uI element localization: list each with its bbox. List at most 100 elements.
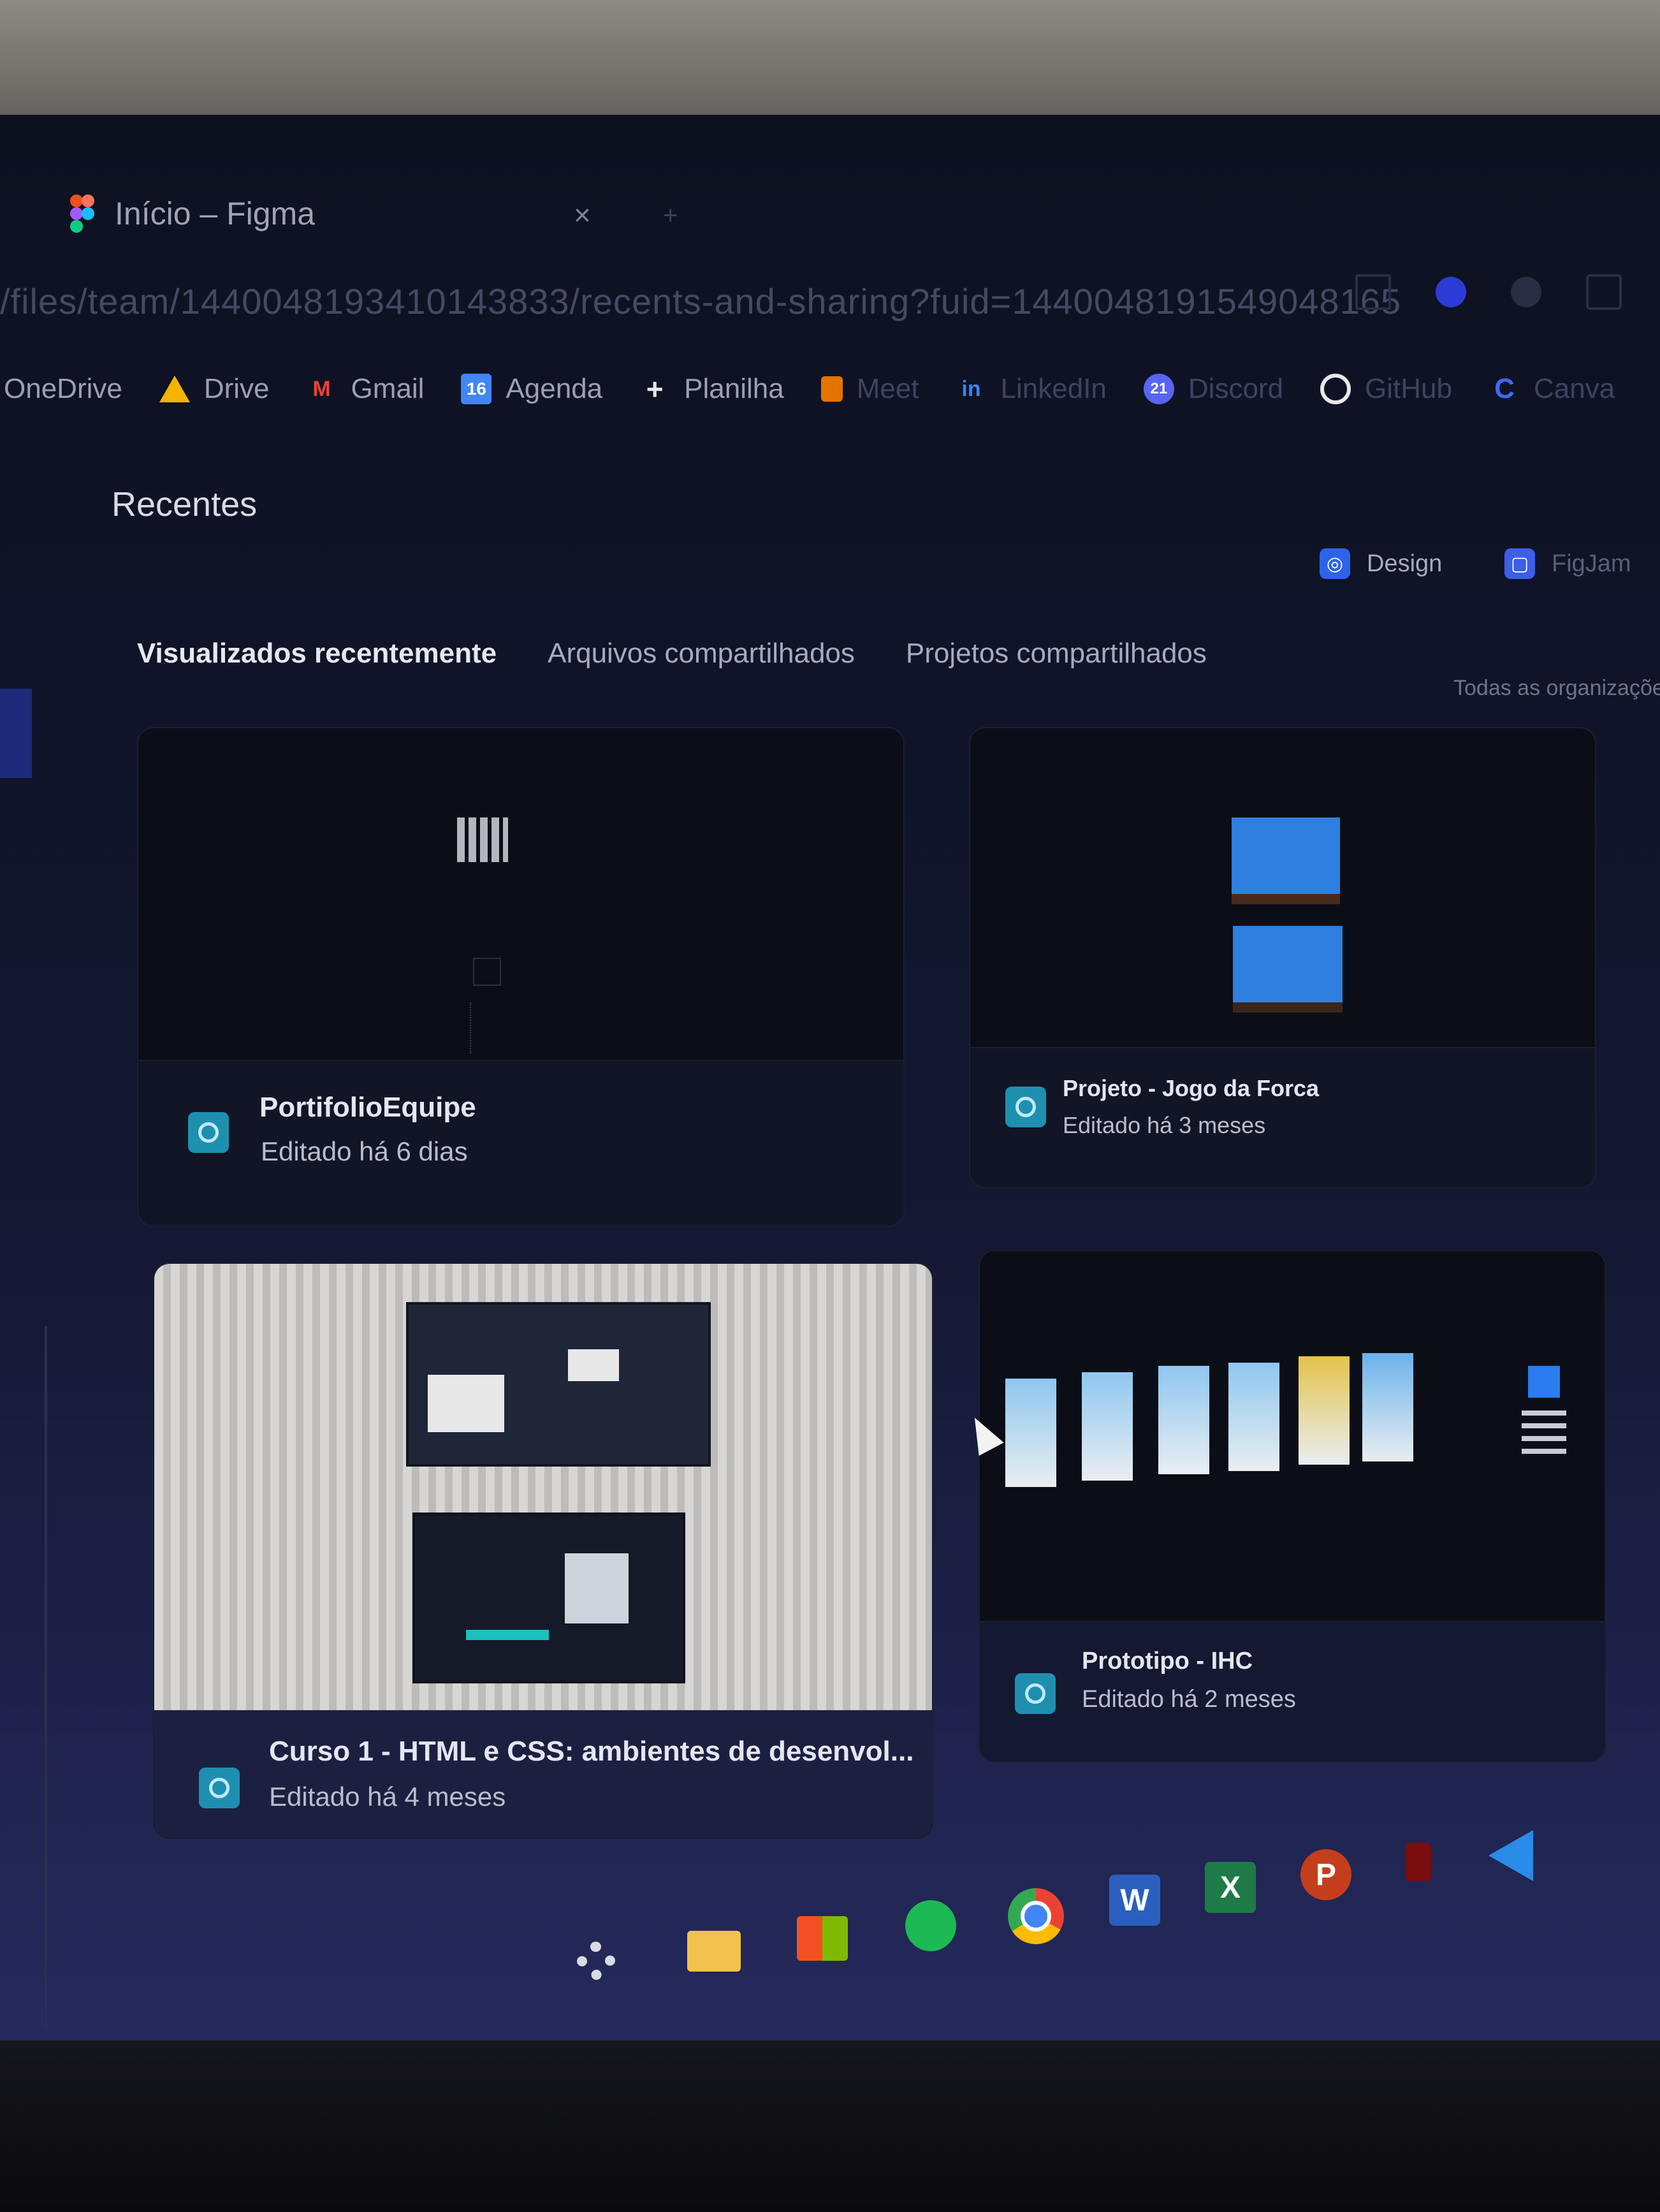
new-tab-icon[interactable]: + <box>663 201 678 230</box>
file-card[interactable]: PortifolioEquipe Editado há 6 dias <box>137 727 905 1227</box>
figma-favicon-icon <box>70 194 96 233</box>
linkedin-icon: in <box>961 376 981 401</box>
bookmark-planilha[interactable]: + Planilha <box>639 372 784 406</box>
thumbnail-frame <box>1299 1356 1350 1465</box>
thumbnail-frame <box>457 817 508 862</box>
excel-icon[interactable]: X <box>1198 1856 1262 1919</box>
bookmark-discord[interactable]: 21 Discord <box>1143 373 1284 405</box>
file-thumbnail <box>138 728 903 1060</box>
sidebar-selected-item[interactable] <box>0 689 32 778</box>
bookmark-agenda[interactable]: 16 Agenda <box>461 373 602 405</box>
bookmark-label: Meet <box>856 373 919 404</box>
thumbnail-image <box>568 1349 619 1381</box>
bookmarks-bar: OneDrive Drive M Gmail 16 Agenda + Plani… <box>0 357 1660 421</box>
browser-tab-bar: Início – Figma × + <box>0 140 1660 255</box>
thumbnail-frame <box>1228 1363 1279 1471</box>
taskbar: W X P <box>548 1798 1594 1980</box>
new-design-label: Design <box>1367 550 1443 577</box>
thumbnail-frame <box>1528 1366 1560 1398</box>
meet-icon <box>820 376 843 402</box>
vscode-icon[interactable] <box>1479 1824 1543 1887</box>
file-meta: PortifolioEquipe Editado há 6 dias <box>138 1060 903 1226</box>
canva-icon: C <box>1494 373 1515 404</box>
bookmark-canva[interactable]: C Canva <box>1489 373 1615 405</box>
new-figjam-button[interactable]: ▢ FigJam <box>1504 548 1631 579</box>
recents-tabs: Visualizados recentemente Arquivos compa… <box>137 638 1207 670</box>
figma-file-icon <box>1005 1087 1046 1127</box>
thumbnail-frame <box>1158 1366 1209 1474</box>
powerpoint-icon[interactable]: P <box>1294 1843 1358 1907</box>
bookmark-label: OneDrive <box>4 373 122 404</box>
bookmark-label: Drive <box>203 373 270 404</box>
acrobat-icon[interactable] <box>1390 1833 1447 1891</box>
file-thumbnail <box>154 1264 932 1710</box>
star-icon[interactable] <box>1355 274 1391 310</box>
gear-icon[interactable] <box>567 1932 625 1989</box>
thumbnail-image <box>565 1553 629 1623</box>
bookmark-label: Discord <box>1188 373 1284 404</box>
figma-file-icon <box>199 1768 240 1808</box>
browser-tab-figma[interactable]: Início – Figma <box>70 185 695 242</box>
store-icon[interactable] <box>790 1907 854 1970</box>
bookmark-label: Agenda <box>506 373 603 404</box>
google-drive-icon <box>159 376 190 402</box>
thumbnail-frame <box>1232 817 1340 904</box>
url-text[interactable]: /files/team/1440048193410143833/recents-… <box>0 281 1401 322</box>
thumbnail-frame <box>412 1513 685 1683</box>
thumbnail-frame <box>1082 1372 1133 1481</box>
tab-shared-projects[interactable]: Projetos compartilhados <box>906 638 1207 670</box>
tab-close-icon[interactable]: × <box>574 198 591 232</box>
bookmark-label: Canva <box>1534 373 1615 404</box>
tab-shared-files[interactable]: Arquivos compartilhados <box>548 638 855 670</box>
bookmark-onedrive[interactable]: OneDrive <box>4 373 122 405</box>
thumbnail-frame <box>1005 1379 1056 1487</box>
toolbar-icons <box>1355 274 1622 310</box>
spotify-icon[interactable] <box>899 1894 963 1958</box>
file-card[interactable]: Projeto - Jogo da Forca Editado há 3 mes… <box>969 727 1596 1189</box>
file-edited: Editado há 2 meses <box>1082 1686 1296 1713</box>
thumbnail-frame <box>1362 1353 1413 1461</box>
figjam-icon: ▢ <box>1504 548 1535 579</box>
file-thumbnail <box>970 728 1595 1047</box>
menu-icon[interactable] <box>1586 274 1622 310</box>
file-name: Prototipo - IHC <box>1082 1648 1253 1674</box>
bookmark-meet[interactable]: Meet <box>820 373 919 405</box>
folder-icon[interactable] <box>682 1919 746 1983</box>
bookmark-github[interactable]: GitHub <box>1320 373 1452 405</box>
bookmark-drive[interactable]: Drive <box>159 373 270 405</box>
thumbnail-frame <box>473 958 501 986</box>
chrome-icon[interactable] <box>1001 1881 1071 1951</box>
gmail-icon: M <box>312 376 331 401</box>
figma-file-icon <box>188 1112 229 1153</box>
file-edited: Editado há 6 dias <box>261 1136 468 1166</box>
file-card[interactable]: Prototipo - IHC Editado há 2 meses <box>979 1250 1606 1762</box>
profile-avatar-icon[interactable] <box>1436 277 1466 307</box>
thumbnail-image <box>428 1375 504 1432</box>
word-icon[interactable]: W <box>1103 1868 1167 1932</box>
file-meta: Projeto - Jogo da Forca Editado há 3 mes… <box>970 1047 1595 1187</box>
organization-filter[interactable]: Todas as organizações <box>1453 676 1660 701</box>
thumbnail-frame <box>470 1002 503 1053</box>
bookmark-linkedin[interactable]: in LinkedIn <box>956 373 1107 405</box>
bookmark-gmail[interactable]: M Gmail <box>307 373 425 405</box>
file-edited: Editado há 3 meses <box>1063 1112 1266 1138</box>
bookmark-label: Gmail <box>351 373 425 404</box>
tab-recently-viewed[interactable]: Visualizados recentemente <box>137 638 497 670</box>
calendar-icon: 16 <box>461 374 492 404</box>
file-edited: Editado há 4 meses <box>269 1782 506 1812</box>
file-name: PortifolioEquipe <box>259 1092 476 1123</box>
monitor-screen: Início – Figma × + /files/team/144004819… <box>0 115 1660 2072</box>
thumbnail-button <box>466 1630 549 1640</box>
bookmark-label: Planilha <box>684 373 784 404</box>
extensions-icon[interactable] <box>1511 277 1541 307</box>
thumbnail-frame <box>1522 1410 1566 1461</box>
page-title: Recentes <box>112 485 258 524</box>
new-design-button[interactable]: ◎ Design <box>1320 548 1442 579</box>
github-icon <box>1320 374 1351 404</box>
file-name: Curso 1 - HTML e CSS: ambientes de desen… <box>269 1736 914 1767</box>
file-name: Projeto - Jogo da Forca <box>1063 1075 1320 1101</box>
address-bar[interactable]: /files/team/1440048193410143833/recents-… <box>0 261 1660 332</box>
thumbnail-frame <box>406 1302 711 1467</box>
bookmark-label: LinkedIn <box>1000 373 1107 404</box>
file-card[interactable]: Curso 1 - HTML e CSS: ambientes de desen… <box>153 1263 933 1839</box>
